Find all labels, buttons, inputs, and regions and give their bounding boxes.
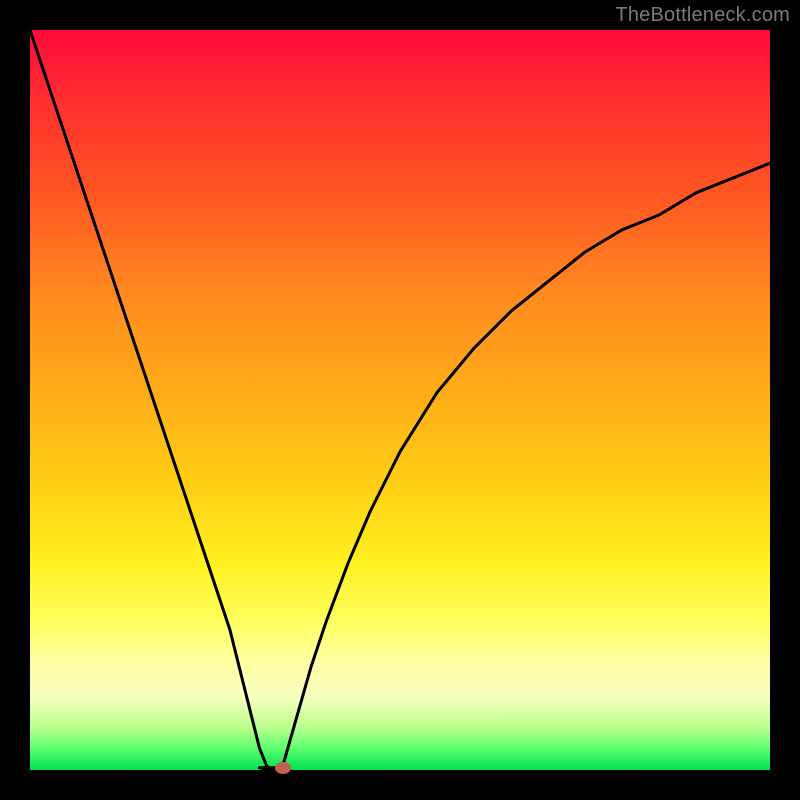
curve-path	[30, 30, 770, 770]
watermark-text: TheBottleneck.com	[615, 4, 790, 27]
chart-frame: TheBottleneck.com	[0, 0, 800, 800]
bottleneck-curve	[30, 30, 770, 770]
optimal-point-marker	[275, 762, 291, 774]
